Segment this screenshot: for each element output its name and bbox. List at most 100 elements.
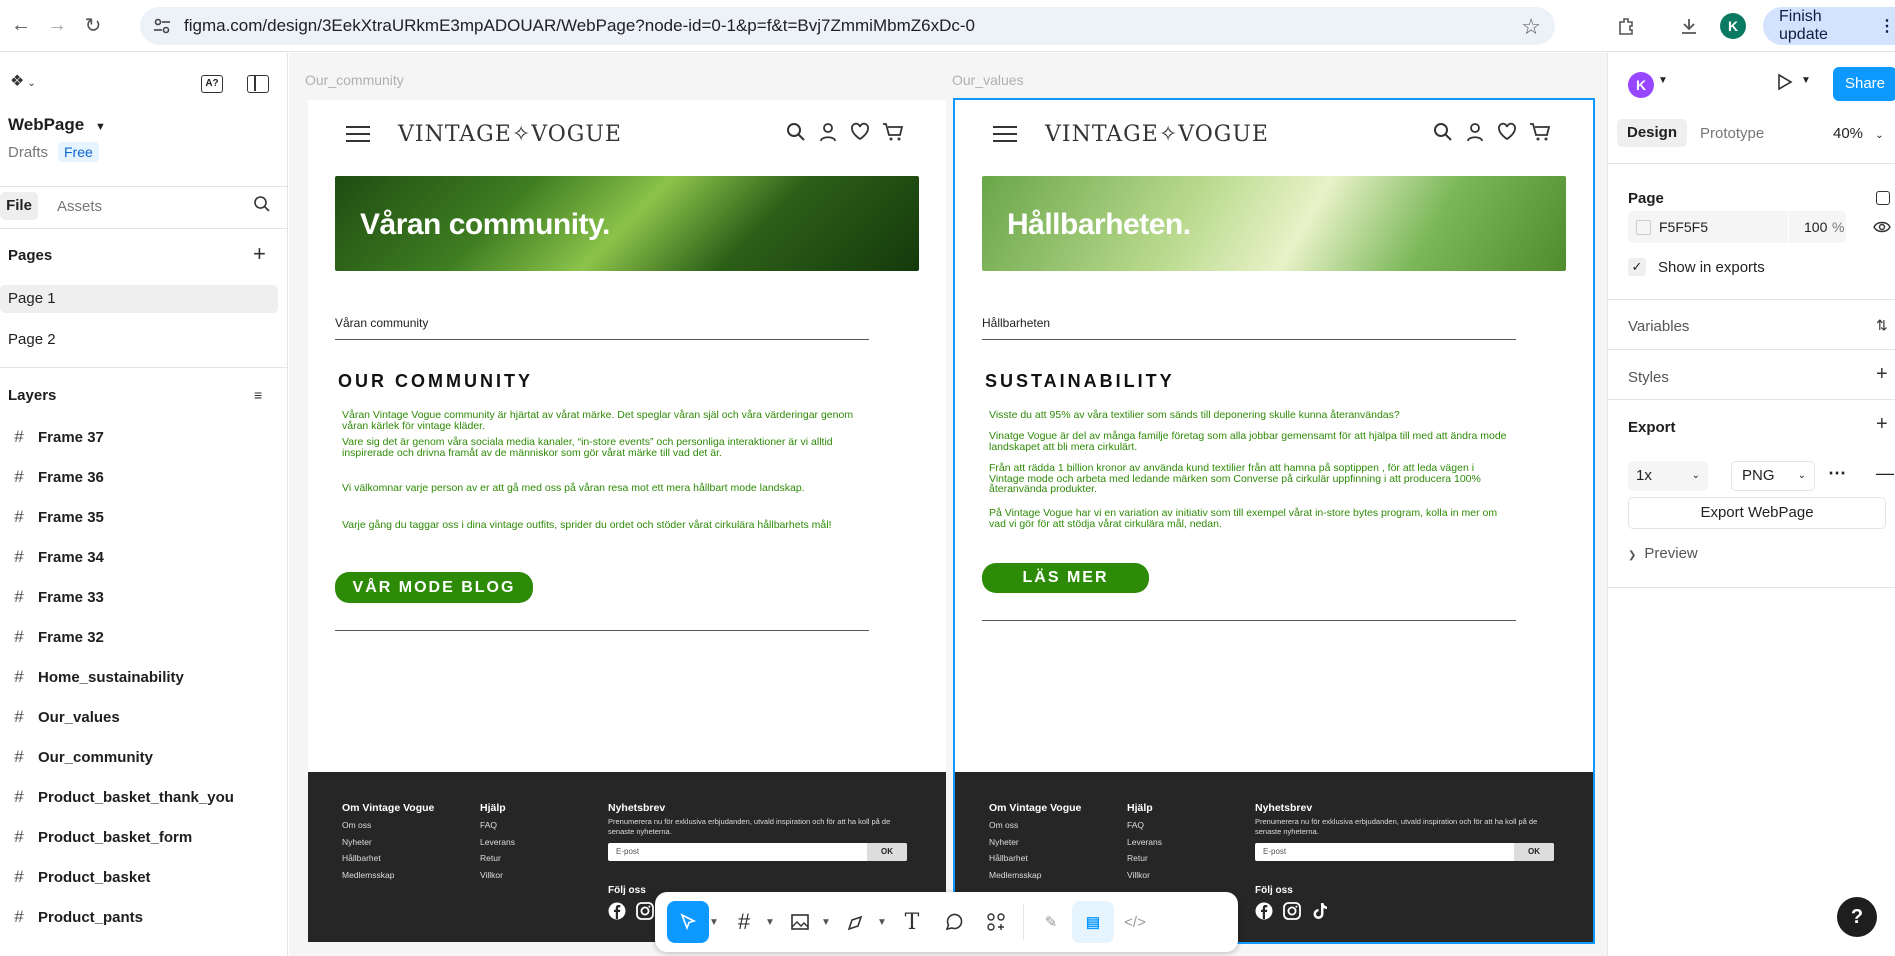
footer-link[interactable]: Villkor	[480, 867, 515, 884]
preview-toggle[interactable]: ❯ Preview	[1628, 545, 1698, 562]
add-page-icon[interactable]: +	[253, 241, 266, 267]
layer-item[interactable]: # Product_pants	[0, 899, 288, 935]
layer-item[interactable]: # Product_basket_thank_you	[0, 779, 288, 815]
page-color-value[interactable]: F5F5F5	[1659, 219, 1708, 235]
footer-link[interactable]: Leverans	[480, 834, 515, 851]
reload-icon[interactable]: ↻	[78, 11, 108, 41]
variables-icon[interactable]: ⇅	[1876, 317, 1888, 334]
brand-logo[interactable]: VINTAGE✧VOGUE	[1045, 122, 1269, 147]
cart-icon[interactable]	[1529, 122, 1551, 142]
layer-item[interactable]: # Frame 33	[0, 579, 288, 615]
page-opacity-value[interactable]: 100	[1804, 219, 1827, 235]
chevron-down-icon[interactable]: ▼	[1658, 75, 1668, 86]
instagram-icon[interactable]	[636, 902, 654, 920]
footer-link[interactable]: Hållbarhet	[342, 850, 434, 867]
drafts-label[interactable]: Drafts	[8, 144, 48, 161]
page-item-1[interactable]: Page 1	[0, 285, 278, 313]
chevron-down-icon[interactable]: ▼	[877, 917, 891, 928]
present-chevron-icon[interactable]: ▼	[1801, 75, 1811, 86]
layer-item[interactable]: # Home_sustainability	[0, 659, 288, 695]
footer-link[interactable]: Om oss	[342, 817, 434, 834]
breadcrumb[interactable]: Våran community	[335, 316, 428, 330]
dev-mode-icon[interactable]: </>	[1114, 901, 1156, 943]
layer-item[interactable]: # Frame 35	[0, 499, 288, 535]
layer-item[interactable]: # Frame 34	[0, 539, 288, 575]
pen-tool-icon[interactable]	[835, 901, 877, 943]
tab-assets[interactable]: Assets	[57, 198, 102, 215]
layer-item[interactable]: # Our_community	[0, 739, 288, 775]
user-icon[interactable]	[818, 122, 838, 142]
present-icon[interactable]	[1773, 71, 1795, 97]
tab-file[interactable]: File	[0, 192, 38, 220]
add-style-icon[interactable]: +	[1876, 363, 1888, 386]
cart-icon[interactable]	[882, 122, 904, 142]
address-bar[interactable]: figma.com/design/3EekXtraURkmE3mpADOUAR/…	[140, 7, 1555, 45]
swap-icon[interactable]	[1876, 191, 1890, 205]
bookmark-star-icon[interactable]: ☆	[1521, 14, 1541, 40]
design-frame[interactable]: VINTAGE✧VOGUE Våran community. Våran commu…	[308, 100, 946, 942]
frame-tool-icon[interactable]: #	[723, 901, 765, 943]
user-avatar[interactable]: K	[1628, 72, 1654, 98]
layer-item[interactable]: # Frame 36	[0, 459, 288, 495]
remove-export-icon[interactable]: —	[1876, 463, 1894, 484]
color-swatch[interactable]	[1636, 220, 1651, 235]
heart-icon[interactable]	[1497, 122, 1517, 142]
export-format-select[interactable]: PNG ⌄	[1731, 461, 1815, 491]
download-icon[interactable]	[1673, 10, 1705, 42]
hamburger-menu-icon[interactable]	[346, 126, 370, 144]
page-color-field[interactable]: F5F5F5 100 %	[1628, 211, 1846, 243]
show-in-exports-checkbox[interactable]: ✓	[1628, 258, 1646, 276]
footer-link[interactable]: Hållbarhet	[989, 850, 1081, 867]
extensions-icon[interactable]	[1610, 10, 1642, 42]
more-vert-icon[interactable]: ⋮	[1879, 16, 1895, 36]
design-mode-icon[interactable]: ▤	[1072, 901, 1114, 943]
export-scale-select[interactable]: 1x ⌄	[1628, 461, 1708, 491]
chevron-down-icon[interactable]: ▼	[709, 917, 723, 928]
hamburger-menu-icon[interactable]	[993, 126, 1017, 144]
forward-icon[interactable]: →	[42, 11, 72, 41]
layer-item[interactable]: # Frame 37	[0, 419, 288, 455]
layer-item[interactable]: # Frame 32	[0, 619, 288, 655]
share-button[interactable]: Share	[1833, 67, 1895, 101]
search-icon[interactable]	[1433, 122, 1453, 142]
export-more-icon[interactable]: ⋯	[1828, 463, 1846, 484]
chevron-down-icon[interactable]: ▼	[821, 917, 835, 928]
design-frame[interactable]: VINTAGE✧VOGUE Hållbarheten. Hållbarheten SU…	[953, 98, 1595, 944]
text-tool-icon[interactable]: T	[891, 901, 933, 943]
figma-menu-icon[interactable]: ❖ ⌄	[10, 71, 36, 91]
footer-link[interactable]: Nyheter	[342, 834, 434, 851]
email-field[interactable]: E-post OK	[1255, 843, 1554, 861]
footer-link[interactable]: Om oss	[989, 817, 1081, 834]
brand-logo[interactable]: VINTAGE✧VOGUE	[398, 122, 622, 147]
cta-button[interactable]: LÄS MER	[982, 563, 1149, 593]
heart-icon[interactable]	[850, 122, 870, 142]
footer-link[interactable]: Villkor	[1127, 867, 1162, 884]
draw-mode-icon[interactable]: ✎	[1030, 901, 1072, 943]
cta-button[interactable]: VÅR MODE BLOG	[335, 572, 533, 603]
instagram-icon[interactable]	[1283, 902, 1301, 920]
back-icon[interactable]: ←	[6, 11, 36, 41]
finish-update-button[interactable]: Finish update ⋮	[1763, 7, 1895, 45]
breadcrumb[interactable]: Hållbarheten	[982, 316, 1050, 330]
user-icon[interactable]	[1465, 122, 1485, 142]
comment-tool-icon[interactable]	[933, 901, 975, 943]
add-export-icon[interactable]: +	[1876, 413, 1888, 436]
frame-name-label[interactable]: Our_community	[305, 72, 404, 88]
layer-item[interactable]: # Product_basket	[0, 859, 288, 895]
text-styles-icon[interactable]: A?	[201, 75, 223, 93]
footer-link[interactable]: Leverans	[1127, 834, 1162, 851]
browser-profile-avatar[interactable]: K	[1720, 13, 1746, 39]
email-field[interactable]: E-post OK	[608, 843, 907, 861]
facebook-icon[interactable]	[608, 902, 626, 920]
footer-link[interactable]: Retur	[1127, 850, 1162, 867]
search-icon[interactable]	[786, 122, 806, 142]
tiktok-icon[interactable]	[1311, 902, 1329, 920]
footer-link[interactable]: Nyheter	[989, 834, 1081, 851]
zoom-level[interactable]: 40% ⌄	[1833, 125, 1884, 142]
search-icon[interactable]	[253, 195, 271, 217]
export-webpage-button[interactable]: Export WebPage	[1628, 497, 1886, 529]
file-name[interactable]: WebPage ▼	[8, 115, 106, 135]
footer-link[interactable]: FAQ	[1127, 817, 1162, 834]
collapse-layers-icon[interactable]: ≡	[254, 387, 262, 403]
site-settings-icon[interactable]	[152, 16, 172, 36]
